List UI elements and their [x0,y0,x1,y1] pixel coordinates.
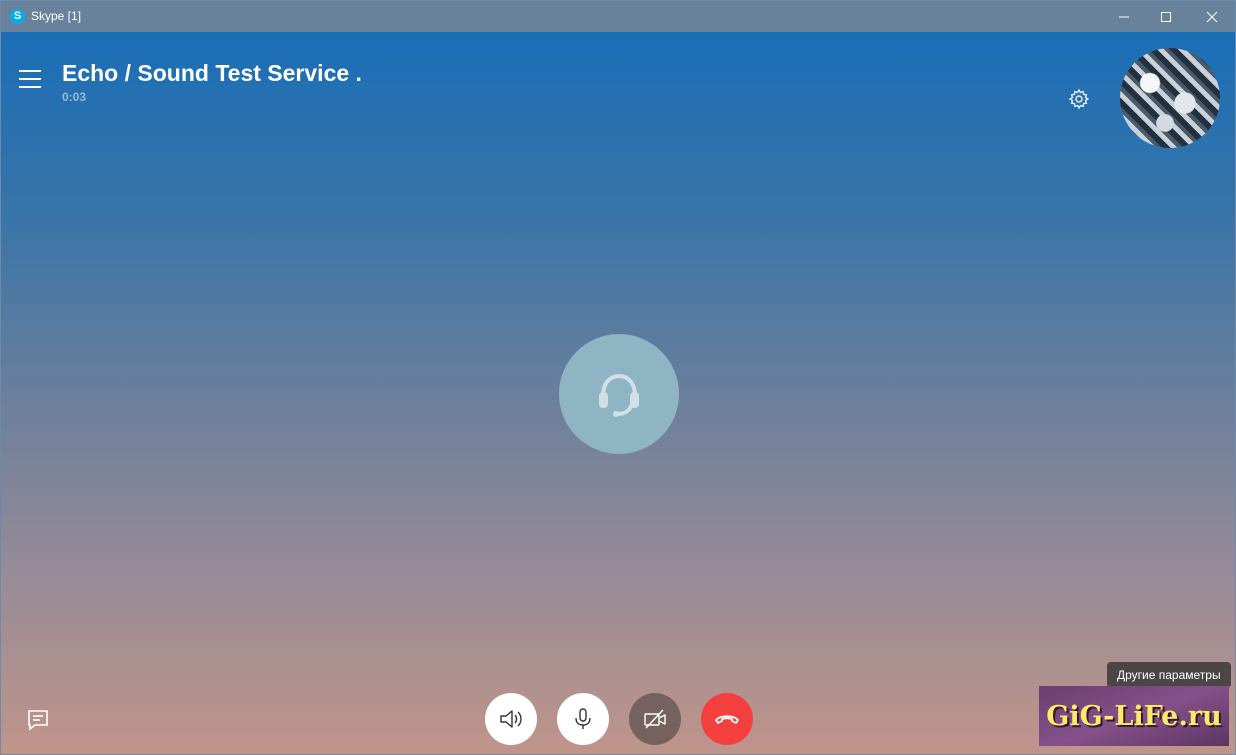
maximize-button[interactable] [1143,1,1189,32]
watermark-logo: GiG-LiFe.ru [1039,686,1229,746]
settings-button[interactable] [1067,87,1091,111]
skype-window: S Skype [1] Echo / Sound Test Service . … [0,0,1236,755]
contact-avatar[interactable] [1120,48,1220,148]
call-timer: 0:03 [62,90,87,104]
speaker-icon [500,710,522,728]
close-button[interactable] [1189,1,1235,32]
chat-button[interactable] [25,707,51,733]
chat-icon [28,710,48,731]
window-title: Skype [1] [31,9,82,23]
menu-button[interactable] [17,68,43,90]
close-icon [1206,11,1218,22]
headset-icon [599,373,639,417]
watermark-text: GiG-LiFe.ru [1046,700,1222,732]
speaker-button[interactable] [485,693,537,745]
center-avatar [559,334,679,454]
minimize-button[interactable] [1101,1,1147,32]
contact-name: Echo / Sound Test Service . [62,60,362,86]
microphone-icon [575,708,591,729]
hangup-icon [715,715,739,724]
title-bar: S Skype [1] [1,1,1235,32]
gear-icon [1068,88,1090,110]
video-button[interactable] [629,693,681,745]
minimize-icon [1119,16,1129,17]
skype-logo-icon: S [10,9,25,24]
more-options-tooltip: Другие параметры [1107,662,1231,688]
microphone-button[interactable] [557,693,609,745]
hamburger-icon [19,70,41,88]
call-area: Echo / Sound Test Service . 0:03 Другие … [1,32,1235,754]
video-off-icon [644,709,666,729]
maximize-icon [1161,11,1171,22]
hangup-button[interactable] [701,693,753,745]
